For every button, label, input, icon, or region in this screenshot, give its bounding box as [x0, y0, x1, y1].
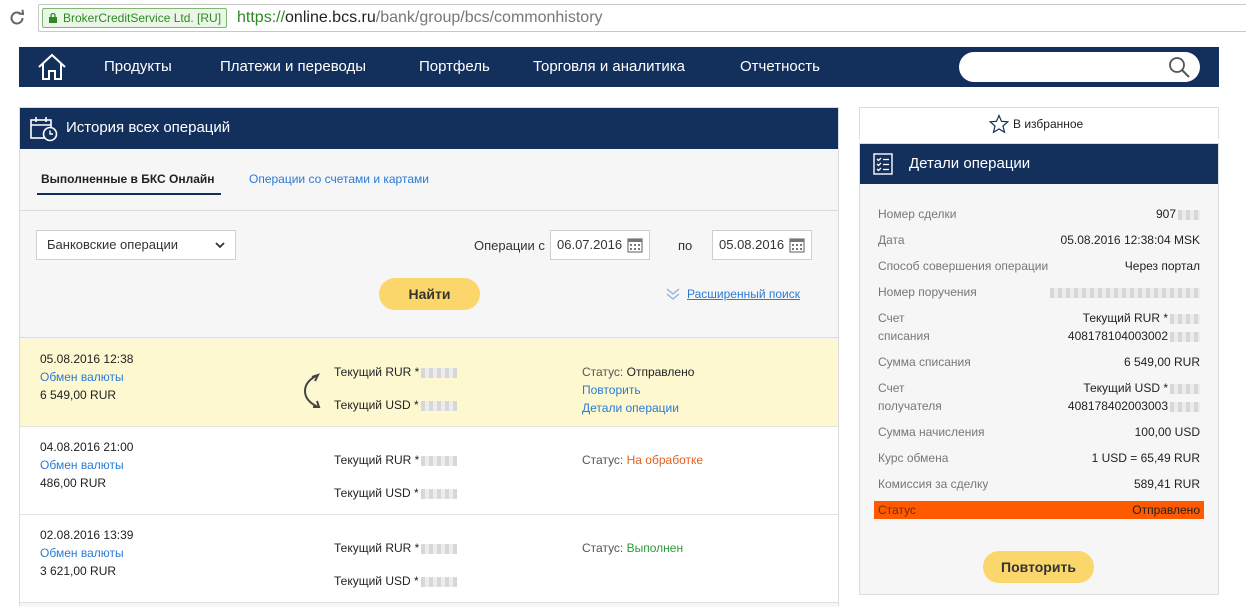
operation-row[interactable]: 02.08.2016 13:39 Обмен валюты 3 621,00 R…	[20, 515, 838, 603]
details-header: Детали операции	[860, 144, 1218, 184]
repeat-link[interactable]: Повторить	[582, 383, 641, 397]
nav-products[interactable]: Продукты	[104, 58, 172, 76]
status-done: Выполнен	[626, 541, 684, 555]
operation-amount: 6 549,00 RUR	[40, 388, 117, 402]
search-box	[959, 52, 1200, 82]
double-chevron-down-icon	[666, 288, 680, 300]
operation-date: 05.08.2016 12:38	[40, 352, 134, 366]
search-icon[interactable]	[1167, 56, 1191, 78]
operation-from-account: Текущий RUR *	[334, 541, 458, 555]
ev-label: BrokerCreditService Ltd. [RU]	[63, 11, 222, 25]
operation-to-account: Текущий USD *	[334, 574, 457, 588]
url-text[interactable]: https://online.bcs.ru/bank/group/bcs/com…	[237, 9, 603, 27]
date-to-value: 05.08.2016	[719, 237, 785, 252]
operation-date: 02.08.2016 13:39	[40, 528, 134, 542]
checklist-icon	[873, 153, 893, 175]
add-to-favorites-button[interactable]: В избранное	[859, 107, 1219, 139]
masked-number	[1170, 313, 1200, 324]
details-panel: Детали операции Номер сделки 907 Дата 05…	[859, 143, 1219, 595]
operation-row[interactable]: 05.08.2016 12:38 Обмен валюты 6 549,00 R…	[20, 339, 838, 427]
operation-amount: 486,00 RUR	[40, 476, 107, 490]
status-processing: На обработке	[626, 453, 704, 467]
operation-type-link[interactable]: Обмен валюты	[40, 458, 124, 472]
page-title: История всех операций	[66, 119, 231, 136]
operation-date: 04.08.2016 21:00	[40, 440, 134, 454]
calendar-icon[interactable]	[789, 237, 805, 253]
date-to-field[interactable]: 05.08.2016	[712, 230, 812, 260]
tab-accounts-cards[interactable]: Операции со счетами и картами	[249, 171, 429, 187]
masked-number	[1170, 331, 1200, 342]
search-input[interactable]	[971, 57, 1161, 77]
calendar-icon[interactable]	[627, 237, 643, 253]
date-from-field[interactable]: 06.07.2016	[550, 230, 650, 260]
masked-number	[1178, 209, 1200, 220]
masked-number	[1170, 401, 1200, 412]
category-value: Банковские операции	[47, 237, 178, 252]
nav-trading[interactable]: Торговля и аналитика	[533, 58, 685, 76]
history-tabs: Выполненные в БКС Онлайн Операции со сче…	[20, 149, 838, 211]
favorites-label: В избранное	[1013, 117, 1084, 131]
operation-from-account: Текущий RUR *	[334, 365, 458, 379]
ev-certificate-badge[interactable]: BrokerCreditService Ltd. [RU]	[42, 8, 228, 28]
masked-number	[1170, 383, 1200, 394]
find-button[interactable]: Найти	[379, 278, 480, 310]
calendar-clock-icon	[30, 117, 58, 142]
nav-reports[interactable]: Отчетность	[740, 58, 820, 76]
masked-number	[1050, 287, 1200, 298]
operation-status: Статус: На обработке	[582, 453, 704, 467]
detail-recipient-account: Счет получателя Текущий USD * 4081784020…	[878, 379, 1200, 415]
details-body: Номер сделки 907 Дата 05.08.2016 12:38:0…	[860, 184, 1218, 594]
history-panel: История всех операций Выполненные в БКС …	[19, 107, 839, 607]
details-link[interactable]: Детали операции	[582, 401, 679, 415]
nav-payments[interactable]: Платежи и переводы	[220, 58, 366, 76]
category-select[interactable]: Банковские операции	[36, 230, 236, 260]
operation-to-account: Текущий USD *	[334, 486, 457, 500]
browser-bar: BrokerCreditService Ltd. [RU] https://on…	[0, 0, 1246, 36]
status-sent: Отправлено	[626, 365, 695, 379]
filter-bar: Банковские операции Операции с 06.07.201…	[20, 212, 838, 338]
repeat-button[interactable]: Повторить	[983, 551, 1094, 583]
masked-number	[421, 543, 458, 554]
details-title: Детали операции	[909, 155, 1031, 172]
advanced-search-label: Расширенный поиск	[687, 287, 800, 301]
masked-number	[421, 455, 458, 466]
tab-bks-online[interactable]: Выполненные в БКС Онлайн	[37, 171, 220, 195]
masked-number	[421, 367, 458, 378]
reload-icon[interactable]	[8, 9, 26, 27]
masked-number	[420, 576, 457, 587]
masked-number	[420, 400, 457, 411]
operation-status: Статус: Выполнен	[582, 541, 684, 555]
address-bar[interactable]: BrokerCreditService Ltd. [RU] https://on…	[38, 4, 1246, 32]
operation-amount: 3 621,00 RUR	[40, 564, 117, 578]
date-to-label: по	[678, 238, 693, 253]
history-body: Выполненные в БКС Онлайн Операции со сче…	[20, 149, 838, 607]
star-icon	[989, 114, 1009, 134]
operation-to-account: Текущий USD *	[334, 398, 457, 412]
lock-icon	[49, 13, 57, 23]
operation-status: Статус: Отправлено	[582, 365, 695, 379]
nav-portfolio[interactable]: Портфель	[419, 58, 490, 76]
detail-debit-account: Счет списания Текущий RUR * 408178104003…	[878, 309, 1200, 345]
operation-row[interactable]: 04.08.2016 21:00 Обмен валюты 486,00 RUR…	[20, 427, 838, 515]
status-badge: Статус Отправлено	[874, 501, 1204, 519]
history-header: История всех операций	[20, 108, 838, 149]
home-icon[interactable]	[37, 53, 67, 81]
exchange-arrow-icon	[303, 373, 321, 408]
chevron-down-icon	[215, 242, 225, 249]
main-nav: Продукты Платежи и переводы Портфель Тор…	[19, 47, 1219, 87]
date-from-label: Операции с	[474, 238, 545, 253]
date-from-value: 06.07.2016	[557, 237, 623, 252]
masked-number	[420, 488, 457, 499]
operation-type-link[interactable]: Обмен валюты	[40, 370, 124, 384]
operation-type-link[interactable]: Обмен валюты	[40, 546, 124, 560]
operation-from-account: Текущий RUR *	[334, 453, 458, 467]
